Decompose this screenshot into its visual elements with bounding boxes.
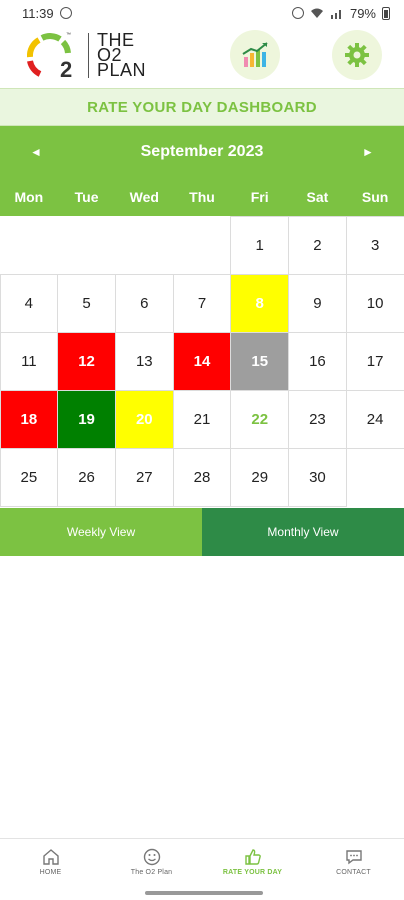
calendar-empty-cell [0,216,58,275]
logo-line-3: PLAN [97,59,147,80]
calendar-day-12[interactable]: 12 [57,331,116,391]
wifi-icon [310,8,323,18]
calendar-day-10[interactable]: 10 [345,273,404,333]
nav-contact-label: CONTACT [336,868,371,876]
chart-icon [242,42,268,67]
alarm-icon [291,7,304,19]
nav-rate-your-day[interactable]: RATE YOUR DAY [202,839,303,884]
weekday-row: Mon Tue Wed Thu Fri Sat Sun [0,178,404,216]
home-indicator [145,891,263,895]
calendar-day-24[interactable]: 24 [345,389,404,449]
calendar-grid: 1 2 3 4 5 6 7 8 9 10 11 12 13 14 15 16 17 18 19 20 21 22 23 24 2… [0,215,404,507]
calendar-day-14[interactable]: 14 [172,331,232,391]
nav-contact[interactable]: CONTACT [303,839,404,884]
status-time: 11:39 [22,5,54,21]
battery-percent: 79% [349,5,376,21]
calendar-day-3[interactable]: 3 [345,215,404,275]
calendar-empty-cell [346,448,404,507]
logo-number: 2 [60,57,72,82]
o2-plan-logo[interactable]: 2 ™ THE O2 PLAN [20,27,146,83]
bottom-nav: HOME The O2 Plan RATE YOUR DAY CONTACT [0,838,404,884]
weekday-tue: Tue [74,189,99,205]
calendar-day-30[interactable]: 30 [288,447,347,507]
nav-o2-plan-label: The O2 Plan [130,868,173,876]
stats-button[interactable] [230,30,280,80]
weekday-sat: Sat [306,189,329,205]
logo-wordmark: THE O2 PLAN [88,31,147,80]
smiley-icon [143,848,160,865]
nav-home[interactable]: HOME [0,839,101,884]
app-header: 2 ™ THE O2 PLAN [0,26,404,84]
calendar-day-25[interactable]: 25 [0,447,59,507]
chat-icon [345,849,362,864]
calendar-day-27[interactable]: 27 [114,447,174,507]
o2-logo-mark: 2 ™ [26,32,72,82]
month-title: September 2023 [140,143,264,160]
gear-icon [345,43,369,67]
calendar-day-21[interactable]: 21 [172,389,232,449]
calendar-day-13[interactable]: 13 [114,331,174,391]
calendar-day-17[interactable]: 17 [345,331,404,391]
calendar-day-22[interactable]: 22 [230,389,290,449]
calendar-day-1[interactable]: 1 [230,215,290,275]
calendar-empty-cell [173,216,232,275]
calendar-day-19[interactable]: 19 [57,389,116,449]
calendar-day-6[interactable]: 6 [114,273,174,333]
notification-icon [59,7,72,19]
weekday-fri: Fri [250,189,269,205]
calendar-day-28[interactable]: 28 [172,447,232,507]
prev-month-button[interactable]: ◄ [28,145,44,159]
dashboard-title: RATE YOUR DAY DASHBOARD [0,88,404,126]
calendar-day-23[interactable]: 23 [288,389,347,449]
home-icon [42,848,59,865]
monthly-view-button[interactable]: Monthly View [202,508,404,556]
calendar-day-11[interactable]: 11 [0,331,59,391]
calendar-day-20[interactable]: 20 [114,389,174,449]
calendar-day-29[interactable]: 29 [230,447,290,507]
nav-home-label: HOME [39,868,62,876]
calendar-day-26[interactable]: 26 [57,447,116,507]
calendar-day-8[interactable]: 8 [230,273,290,333]
view-toggle: Weekly View Monthly View [0,508,404,556]
status-bar: 11:39 79% [0,0,404,26]
signal-icon [330,9,341,19]
settings-button[interactable] [332,30,382,80]
weekly-view-button[interactable]: Weekly View [0,508,202,556]
calendar-day-7[interactable]: 7 [172,273,232,333]
next-month-button[interactable]: ► [360,145,376,159]
logo-tm: ™ [66,32,71,38]
calendar-day-2[interactable]: 2 [288,215,347,275]
calendar-empty-cell [115,216,174,275]
calendar-day-9[interactable]: 9 [288,273,347,333]
calendar-day-18[interactable]: 18 [0,389,59,449]
weekday-sun: Sun [361,189,389,205]
weekday-thu: Thu [189,189,215,205]
nav-rate-your-day-label: RATE YOUR DAY [222,868,283,876]
thumbs-up-icon [244,848,261,865]
calendar-day-16[interactable]: 16 [288,331,347,391]
calendar-empty-cell [57,216,116,275]
weekday-wed: Wed [129,189,159,205]
calendar-header: ◄ September 2023 ► Mon Tue Wed Thu Fri S… [0,126,404,216]
calendar-day-4[interactable]: 4 [0,273,59,333]
calendar-day-15[interactable]: 15 [230,331,290,391]
weekday-mon: Mon [14,189,44,205]
calendar-day-5[interactable]: 5 [57,273,116,333]
battery-icon [382,6,390,20]
nav-o2-plan[interactable]: The O2 Plan [101,839,202,884]
